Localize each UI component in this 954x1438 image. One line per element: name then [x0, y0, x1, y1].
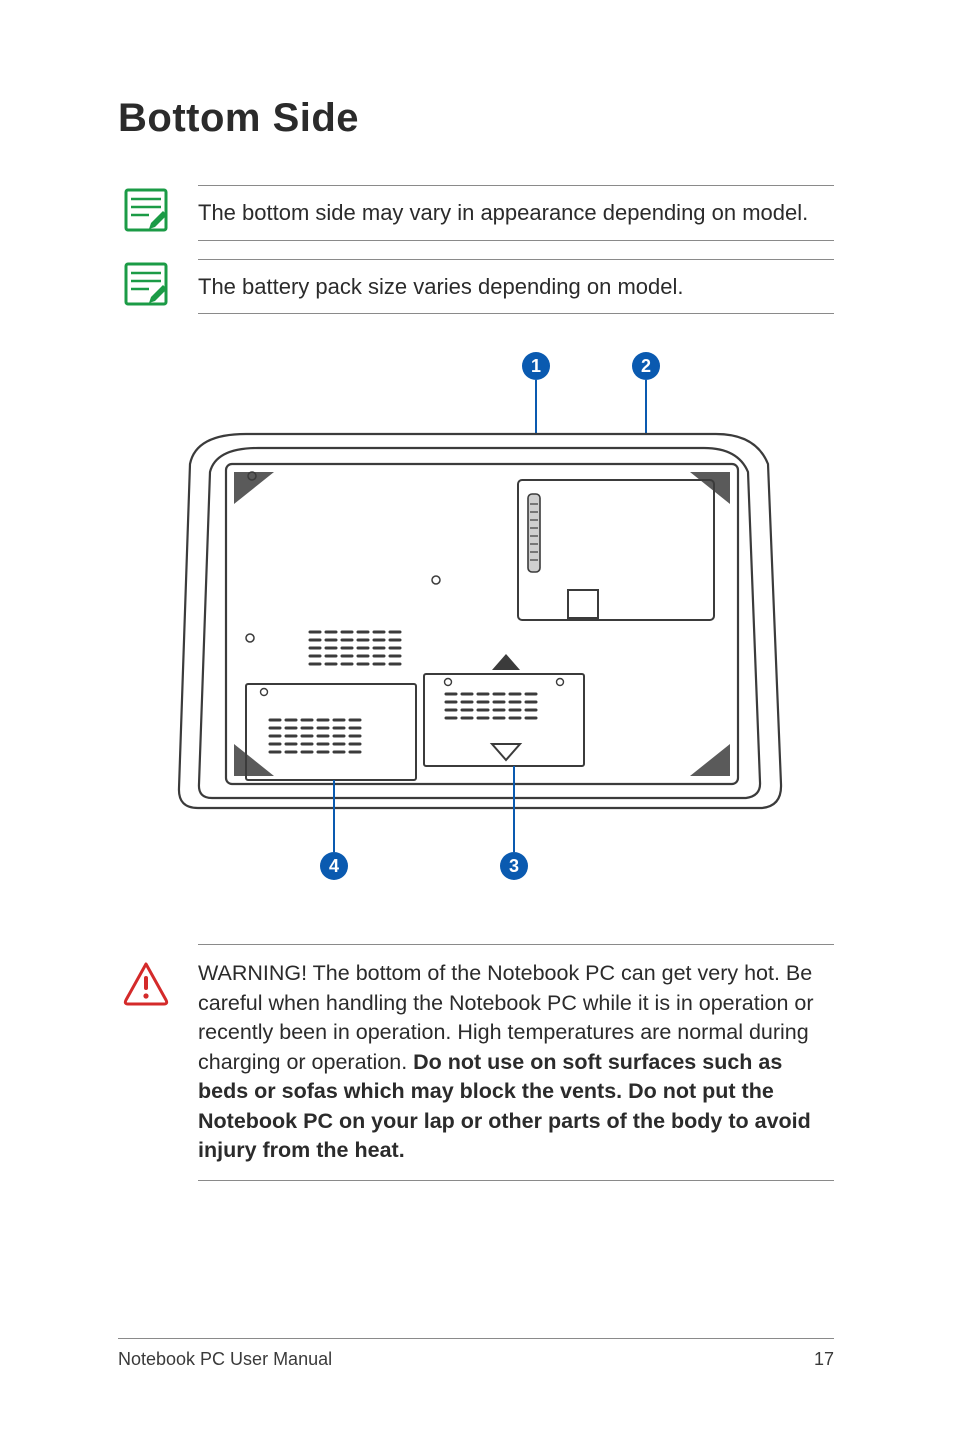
note-text-1: The bottom side may vary in appearance d…: [198, 185, 834, 241]
note-row-2: The battery pack size varies depending o…: [118, 259, 834, 315]
svg-text:2: 2: [641, 356, 651, 376]
bottom-diagram: 1 2: [118, 344, 834, 904]
page-title: Bottom Side: [118, 96, 834, 141]
note-icon: [123, 261, 169, 307]
warning-text: WARNING! The bottom of the Notebook PC c…: [198, 944, 834, 1180]
warning-row: WARNING! The bottom of the Notebook PC c…: [118, 944, 834, 1180]
note-row-1: The bottom side may vary in appearance d…: [118, 185, 834, 241]
note-text-2: The battery pack size varies depending o…: [198, 259, 834, 315]
page-footer: Notebook PC User Manual 17: [118, 1338, 834, 1370]
warning-icon: [122, 960, 170, 1008]
svg-text:1: 1: [531, 356, 541, 376]
svg-text:4: 4: [329, 856, 339, 876]
note-icon: [123, 187, 169, 233]
footer-page-number: 17: [814, 1349, 834, 1370]
footer-title: Notebook PC User Manual: [118, 1349, 332, 1370]
svg-text:3: 3: [509, 856, 519, 876]
